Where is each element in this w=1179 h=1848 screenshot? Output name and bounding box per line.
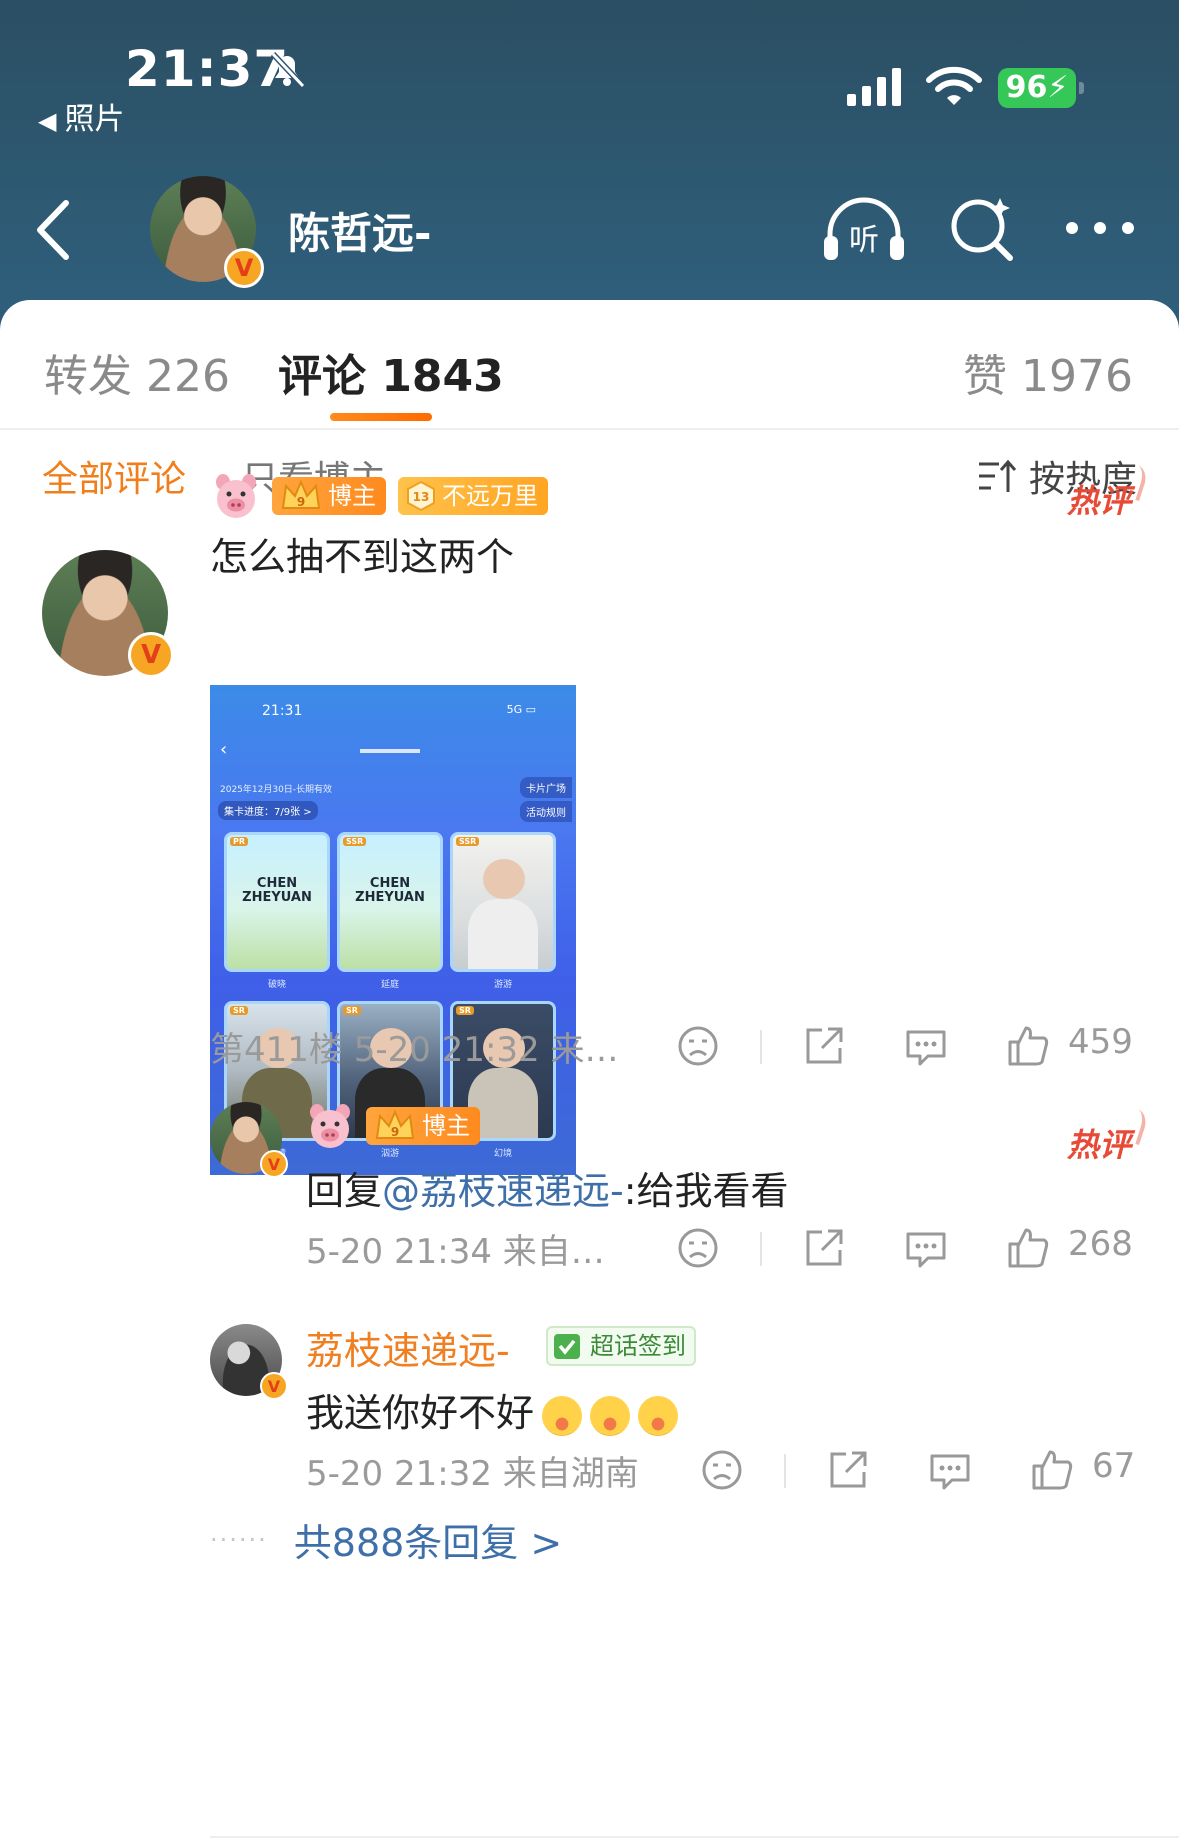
image-card-plaza: 卡片广场	[520, 777, 572, 798]
sort-icon	[978, 459, 1017, 492]
filter-bar: 全部评论 只看博主 按热度	[0, 450, 1179, 520]
pig-icon[interactable]	[212, 472, 260, 520]
svg-text:13: 13	[413, 490, 430, 504]
hot-comment-label: 热评	[1067, 476, 1131, 522]
reply-meta: 5-20 21:32 来自湖南	[306, 1454, 639, 1494]
svg-text:9: 9	[391, 1125, 399, 1139]
smile-emoji-icon	[590, 1395, 631, 1436]
share-icon[interactable]	[826, 1448, 870, 1492]
like-count: 67	[1092, 1446, 1136, 1486]
fan-level-tag: 13 不远万里	[398, 477, 548, 515]
image-signal: 5G ▭	[506, 703, 536, 716]
comment-meta: 第411楼 5-20 21:32 来…	[210, 1030, 619, 1070]
listen-label: 听	[849, 223, 879, 258]
like-thumb-icon[interactable]	[1030, 1448, 1074, 1492]
reply-badges: 9 博主	[306, 1102, 480, 1150]
fan-level-icon: 13	[407, 481, 435, 511]
reply-text: 我送你好不好	[306, 1382, 679, 1437]
comment-bubble-icon[interactable]	[928, 1448, 972, 1492]
dislike-face-icon[interactable]	[700, 1448, 744, 1492]
image-status-time: 21:31	[262, 703, 303, 719]
blogger-avatar[interactable]: V	[150, 176, 264, 288]
comment-avatar[interactable]: V	[42, 550, 174, 678]
comment-bubble-icon[interactable]	[904, 1226, 948, 1270]
verified-v-icon: V	[224, 248, 264, 288]
smile-emoji-icon	[638, 1395, 679, 1436]
checkin-icon	[554, 1334, 580, 1359]
back-to-app[interactable]: ◀ 照片	[38, 94, 124, 138]
svg-text:9: 9	[297, 495, 305, 509]
battery-indicator: 96⚡	[998, 68, 1084, 108]
back-triangle-icon: ◀	[38, 107, 57, 135]
reply-text: 回复@荔枝速递远-:给我看看	[306, 1169, 789, 1213]
image-rules: 活动规则	[520, 801, 572, 822]
like-count: 459	[1068, 1022, 1133, 1062]
back-app-label: 照片	[64, 102, 125, 137]
search-icon[interactable]	[948, 194, 1016, 262]
image-card: SSR CHEN ZHEYUAN	[337, 832, 443, 972]
checkin-badge: 超话签到	[546, 1326, 696, 1366]
image-card-caption: 游游	[493, 980, 512, 990]
verified-v-icon: V	[128, 632, 174, 678]
comment-badges: 9 博主 13 不远万里	[212, 472, 548, 520]
tab-repost[interactable]: 转发 226	[44, 340, 230, 404]
blogger-tag: 9 博主	[366, 1107, 480, 1145]
like-count: 268	[1068, 1224, 1133, 1264]
hot-comment-label: 热评	[1067, 1120, 1131, 1166]
image-card-caption: 延庭	[380, 980, 399, 990]
image-progress: 集卡进度：7/9张 >	[218, 801, 318, 820]
verified-v-icon: V	[260, 1150, 288, 1178]
reply-meta-row: 5-20 21:34 来自… 268	[0, 1224, 1179, 1274]
tab-like[interactable]: 赞 1976	[963, 340, 1133, 404]
tab-comment[interactable]: 评论 1843	[278, 340, 504, 404]
wifi-icon	[926, 66, 982, 105]
image-card: PR CHEN ZHEYUAN	[224, 832, 330, 972]
bell-slash-icon	[270, 51, 306, 89]
share-icon[interactable]	[802, 1226, 846, 1270]
active-tab-indicator	[330, 413, 432, 421]
reply-avatar[interactable]: V	[210, 1102, 288, 1178]
reply-avatar[interactable]: V	[210, 1324, 288, 1400]
comments-sheet: 转发 226 评论 1843 赞 1976 全部评论 只看博主 按热度 V	[0, 300, 1179, 1848]
page-title: 陈哲远-	[288, 209, 432, 258]
listen-icon[interactable]: 听	[822, 194, 906, 264]
filter-all-comments[interactable]: 全部评论	[42, 450, 186, 502]
dislike-face-icon[interactable]	[676, 1226, 720, 1270]
tab-bar: 转发 226 评论 1843 赞 1976	[0, 300, 1179, 430]
more-icon[interactable]	[1064, 216, 1136, 240]
comment-bubble-icon[interactable]	[904, 1024, 948, 1068]
more-replies-link[interactable]: 共888条回复 >	[294, 1512, 562, 1567]
pig-icon[interactable]	[306, 1102, 354, 1150]
crown-icon: 9	[375, 1109, 415, 1139]
verified-v-icon: V	[260, 1372, 288, 1400]
share-icon[interactable]	[802, 1024, 846, 1068]
divider	[210, 1836, 1179, 1838]
dots-divider: ······	[210, 1525, 268, 1554]
image-date-note: 2025年12月30日-长期有效	[220, 785, 333, 795]
image-card-caption: 破晓	[267, 980, 286, 990]
image-back-icon: ‹	[220, 739, 228, 760]
image-card: SSR	[450, 832, 556, 972]
mention-link[interactable]: @荔枝速递远-	[382, 1169, 624, 1213]
image-title-bar	[360, 749, 420, 753]
smile-emoji-icon	[542, 1395, 583, 1436]
comment-text: 怎么抽不到这两个	[210, 535, 515, 579]
header: 21:37 ◀ 照片 96⚡ V 陈哲远- 听	[0, 0, 1179, 310]
like-thumb-icon[interactable]	[1006, 1226, 1050, 1270]
reply-meta-row: 5-20 21:32 来自湖南 67	[0, 1446, 1179, 1496]
reply-username[interactable]: 荔枝速递远-	[306, 1320, 510, 1375]
blogger-tag: 9 博主	[272, 477, 386, 515]
dislike-face-icon[interactable]	[676, 1024, 720, 1068]
like-thumb-icon[interactable]	[1006, 1024, 1050, 1068]
crown-icon: 9	[281, 479, 321, 509]
back-chevron-icon[interactable]	[30, 195, 80, 265]
reply-meta: 5-20 21:34 来自…	[306, 1232, 605, 1272]
more-replies[interactable]: ······ 共888条回复 >	[210, 1512, 562, 1567]
signal-icon	[847, 68, 901, 106]
comment-meta-row: 第411楼 5-20 21:32 来… 459	[0, 1022, 1179, 1072]
